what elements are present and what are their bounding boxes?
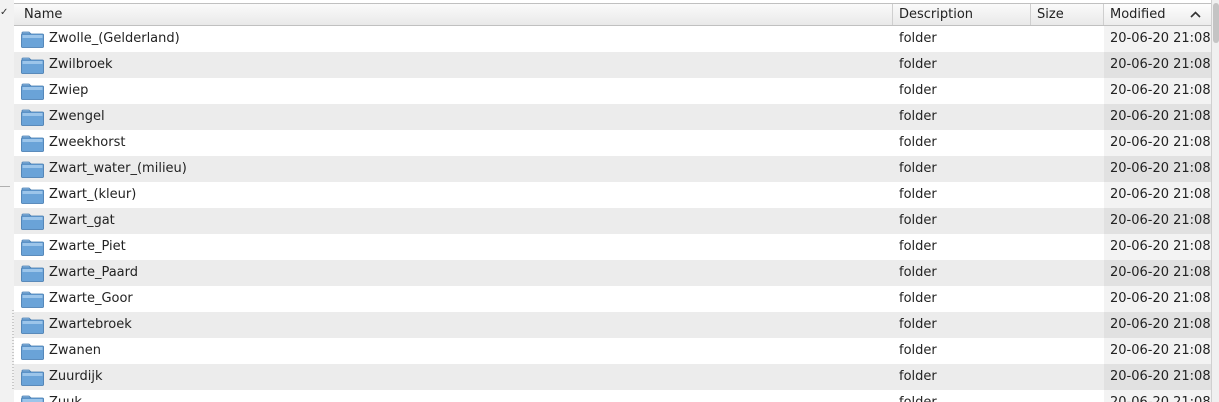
scrollbar-thumb[interactable] <box>1213 3 1219 43</box>
item-name: Zuuk <box>49 390 82 402</box>
item-modified: 20-06-20 21:08 <box>1104 390 1211 402</box>
item-modified: 20-06-20 21:08 <box>1104 26 1211 52</box>
item-modified: 20-06-20 21:08 <box>1104 104 1211 130</box>
list-item[interactable]: Zwart_gat folder 20-06-20 21:08 <box>14 208 1211 234</box>
item-description: folder <box>899 239 937 254</box>
list-item[interactable]: Zwiep folder 20-06-20 21:08 <box>14 78 1211 104</box>
list-item[interactable]: Zuurdijk folder 20-06-20 21:08 <box>14 364 1211 390</box>
item-name: Zwengel <box>49 109 105 124</box>
item-name: Zwarte_Goor <box>49 291 133 306</box>
list-item[interactable]: Zwarte_Goor folder 20-06-20 21:08 <box>14 286 1211 312</box>
list-item[interactable]: Zuuk folder 20-06-20 21:08 <box>14 390 1211 402</box>
column-header-size[interactable]: Size <box>1031 4 1104 25</box>
item-description: folder <box>899 161 937 176</box>
item-modified: 20-06-20 21:08 <box>1104 182 1211 208</box>
item-modified: 20-06-20 21:08 <box>1104 286 1211 312</box>
item-description: folder <box>899 57 937 72</box>
item-modified: 20-06-20 21:08 <box>1104 78 1211 104</box>
column-header-name[interactable]: Name <box>14 4 893 25</box>
item-description: folder <box>899 135 937 150</box>
item-description: folder <box>899 31 937 46</box>
item-modified: 20-06-20 21:08 <box>1104 364 1211 390</box>
list-item[interactable]: Zwengel folder 20-06-20 21:08 <box>14 104 1211 130</box>
item-description: folder <box>899 265 937 280</box>
item-description: folder <box>899 187 937 202</box>
column-header-description[interactable]: Description <box>893 4 1031 25</box>
item-description: folder <box>899 390 937 402</box>
column-header-name-label: Name <box>24 7 63 22</box>
list-item[interactable]: Zwartebroek folder 20-06-20 21:08 <box>14 312 1211 338</box>
item-name: Zwart_water_(milieu) <box>49 161 187 176</box>
column-header-modified-label: Modified <box>1110 7 1166 22</box>
item-modified: 20-06-20 21:08 <box>1104 156 1211 182</box>
item-name: Zwolle_(Gelderland) <box>49 31 180 46</box>
item-name: Zwart_gat <box>49 213 115 228</box>
tree-connector <box>0 186 10 187</box>
column-header-bar: Name Description Size Modified <box>14 3 1211 26</box>
list-item[interactable]: Zwilbroek folder 20-06-20 21:08 <box>14 52 1211 78</box>
list-item[interactable]: Zweekhorst folder 20-06-20 21:08 <box>14 130 1211 156</box>
item-name: Zwarte_Piet <box>49 239 126 254</box>
item-name: Zuurdijk <box>49 369 103 384</box>
list-item[interactable]: Zwanen folder 20-06-20 21:08 <box>14 338 1211 364</box>
item-description: folder <box>899 291 937 306</box>
list-item[interactable]: Zwart_(kleur) folder 20-06-20 21:08 <box>14 182 1211 208</box>
item-modified: 20-06-20 21:08 <box>1104 338 1211 364</box>
item-name: Zweekhorst <box>49 135 126 150</box>
item-name: Zwarte_Paard <box>49 265 139 280</box>
item-name: Zwart_(kleur) <box>49 187 137 202</box>
side-tree-pane: ✓ <box>0 0 14 402</box>
file-list: Zwolle_(Gelderland) folder 20-06-20 21:08 Z… <box>14 26 1211 402</box>
item-modified: 20-06-20 21:08 <box>1104 208 1211 234</box>
item-name: Zwiep <box>49 83 89 98</box>
list-item[interactable]: Zwarte_Paard folder 20-06-20 21:08 <box>14 260 1211 286</box>
file-manager-detail-view: ✓ Name Description Size Modified Zwolle_… <box>0 0 1219 402</box>
list-item[interactable]: Zwolle_(Gelderland) folder 20-06-20 21:08 <box>14 26 1211 52</box>
item-modified: 20-06-20 21:08 <box>1104 260 1211 286</box>
item-description: folder <box>899 343 937 358</box>
item-modified: 20-06-20 21:08 <box>1104 130 1211 156</box>
item-description: folder <box>899 109 937 124</box>
column-header-size-label: Size <box>1037 7 1064 22</box>
item-name: Zwartebroek <box>49 317 132 332</box>
item-description: folder <box>899 369 937 384</box>
item-modified: 20-06-20 21:08 <box>1104 52 1211 78</box>
chevron-down-icon[interactable]: ✓ <box>0 7 8 18</box>
column-header-modified[interactable]: Modified <box>1104 4 1211 25</box>
item-name: Zwanen <box>49 343 101 358</box>
item-modified: 20-06-20 21:08 <box>1104 312 1211 338</box>
item-description: folder <box>899 83 937 98</box>
item-description: folder <box>899 213 937 228</box>
list-item[interactable]: Zwarte_Piet folder 20-06-20 21:08 <box>14 234 1211 260</box>
item-modified: 20-06-20 21:08 <box>1104 234 1211 260</box>
list-item[interactable]: Zwart_water_(milieu) folder 20-06-20 21:08 <box>14 156 1211 182</box>
item-description: folder <box>899 317 937 332</box>
item-name: Zwilbroek <box>49 57 113 72</box>
column-header-description-label: Description <box>899 7 974 22</box>
vertical-scrollbar[interactable] <box>1211 0 1219 402</box>
